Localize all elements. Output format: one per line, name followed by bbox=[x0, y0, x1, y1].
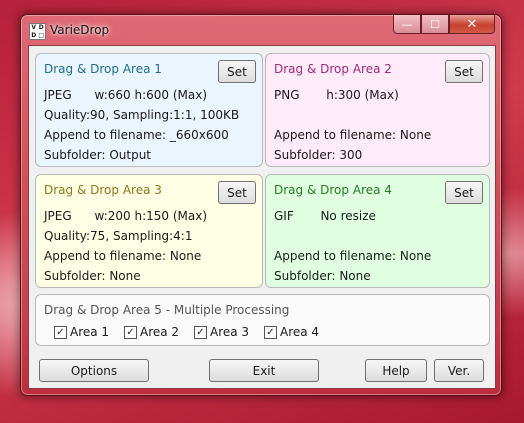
drop-area-5-multiple[interactable]: Drag & Drop Area 5 - Multiple Processing… bbox=[35, 294, 490, 346]
drop-area-2[interactable]: Drag & Drop Area 2 Set PNG h:300 (Max) A… bbox=[265, 53, 490, 167]
close-icon: ✕ bbox=[466, 16, 478, 32]
area-format-line: GIF No resize bbox=[274, 209, 376, 223]
help-button[interactable]: Help bbox=[365, 359, 427, 382]
checkbox-area-3[interactable]: ✓ Area 3 bbox=[194, 325, 249, 339]
client-area: Drag & Drop Area 1 Set JPEG w:660 h:600 … bbox=[28, 45, 496, 389]
set-button-area-1[interactable]: Set bbox=[218, 60, 256, 83]
checkbox-check-icon[interactable]: ✓ bbox=[194, 325, 207, 339]
area-format-line: JPEG w:200 h:150 (Max) bbox=[44, 209, 208, 223]
version-button[interactable]: Ver. bbox=[434, 359, 484, 382]
area-subfolder-line: Subfolder: 300 bbox=[274, 148, 363, 162]
checkbox-area-2[interactable]: ✓ Area 2 bbox=[124, 325, 179, 339]
drop-area-header: Drag & Drop Area 2 bbox=[274, 62, 392, 76]
checkbox-area-4[interactable]: ✓ Area 4 bbox=[264, 325, 319, 339]
drop-area-3[interactable]: Drag & Drop Area 3 Set JPEG w:200 h:150 … bbox=[35, 174, 263, 288]
area-append-line: Append to filename: None bbox=[44, 249, 202, 263]
area-subfolder-line: Subfolder: None bbox=[274, 269, 371, 283]
checkbox-check-icon[interactable]: ✓ bbox=[124, 325, 137, 339]
set-button-area-4[interactable]: Set bbox=[445, 181, 483, 204]
title-bar[interactable]: V D D □ VarieDrop — ☐ ✕ bbox=[21, 15, 501, 45]
area-append-line: Append to filename: None bbox=[274, 128, 432, 142]
area-format-line: JPEG w:660 h:600 (Max) bbox=[44, 88, 208, 102]
area-quality-line: Quality:90, Sampling:1:1, 100KB bbox=[44, 108, 240, 122]
checkbox-label: Area 1 bbox=[70, 325, 110, 339]
drop-area-header: Drag & Drop Area 3 bbox=[44, 183, 162, 197]
minimize-icon: — bbox=[401, 17, 413, 31]
maximize-icon: ☐ bbox=[430, 17, 440, 31]
area-subfolder-line: Subfolder: None bbox=[44, 269, 141, 283]
drop-area-header: Drag & Drop Area 1 bbox=[44, 62, 162, 76]
checkbox-area-1[interactable]: ✓ Area 1 bbox=[54, 325, 109, 339]
close-button[interactable]: ✕ bbox=[449, 15, 495, 34]
app-icon: V D D □ bbox=[29, 23, 46, 40]
set-button-area-3[interactable]: Set bbox=[218, 181, 256, 204]
drop-area-header: Drag & Drop Area 4 bbox=[274, 183, 392, 197]
area-quality-line: Quality:75, Sampling:4:1 bbox=[44, 229, 193, 243]
app-icon-glyph: D bbox=[38, 24, 44, 31]
drop-area-4[interactable]: Drag & Drop Area 4 Set GIF No resize App… bbox=[265, 174, 490, 288]
app-icon-glyph: D bbox=[31, 31, 37, 39]
area-subfolder-line: Subfolder: Output bbox=[44, 148, 152, 162]
app-icon-glyph: □ bbox=[38, 31, 45, 39]
checkbox-label: Area 3 bbox=[210, 325, 250, 339]
maximize-button[interactable]: ☐ bbox=[421, 15, 449, 34]
caption-buttons: — ☐ ✕ bbox=[393, 15, 495, 35]
options-button[interactable]: Options bbox=[39, 359, 149, 382]
checkbox-check-icon[interactable]: ✓ bbox=[54, 325, 67, 339]
checkbox-check-icon[interactable]: ✓ bbox=[264, 325, 277, 339]
varie-drop-window: V D D □ VarieDrop — ☐ ✕ Drag & Drop Area… bbox=[20, 14, 502, 396]
checkbox-label: Area 2 bbox=[140, 325, 180, 339]
exit-button[interactable]: Exit bbox=[209, 359, 319, 382]
app-icon-glyph: V bbox=[31, 24, 37, 31]
minimize-button[interactable]: — bbox=[393, 15, 421, 34]
drop-area-1[interactable]: Drag & Drop Area 1 Set JPEG w:660 h:600 … bbox=[35, 53, 263, 167]
drop-area-header: Drag & Drop Area 5 - Multiple Processing bbox=[44, 303, 290, 317]
area-append-line: Append to filename: None bbox=[274, 249, 432, 263]
set-button-area-2[interactable]: Set bbox=[445, 60, 483, 83]
window-title: VarieDrop bbox=[50, 23, 110, 37]
checkbox-label: Area 4 bbox=[280, 325, 320, 339]
area-append-line: Append to filename: _660x600 bbox=[44, 128, 229, 142]
area-format-line: PNG h:300 (Max) bbox=[274, 88, 399, 102]
